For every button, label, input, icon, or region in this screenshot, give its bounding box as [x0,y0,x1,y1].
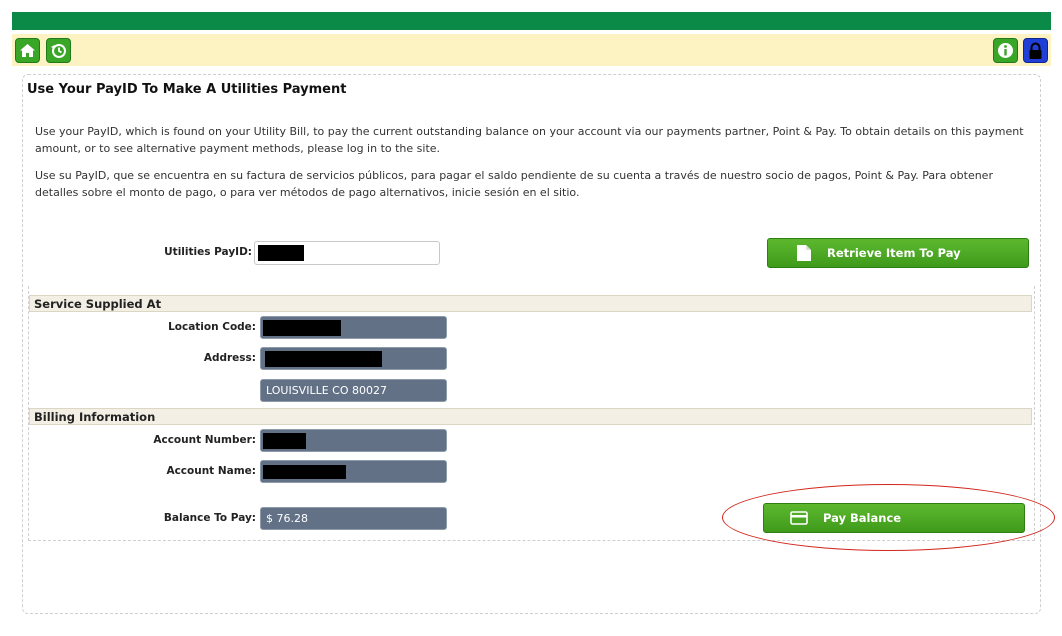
history-button[interactable] [46,38,71,63]
payid-label: Utilities PayID: [164,246,252,258]
retrieve-item-label: Retrieve Item To Pay [827,246,961,260]
home-button[interactable] [15,38,40,63]
pay-balance-label: Pay Balance [823,511,902,525]
location-code-label: Location Code: [168,321,256,333]
redacted-account-number [263,433,306,449]
toolbar [12,34,1051,66]
redacted-payid [258,245,304,261]
pay-balance-button[interactable]: Pay Balance [763,503,1025,533]
page-title: Use Your PayID To Make A Utilities Payme… [27,82,347,97]
account-number-field [260,429,447,452]
intro-spanish: Use su PayID, que se encuentra en su fac… [35,169,993,199]
location-code-field [260,316,447,339]
redacted-account-name [263,465,346,479]
city-state-zip-field: LOUISVILLE CO 80027 [260,379,447,402]
info-icon [998,43,1013,58]
balance-label: Balance To Pay: [163,512,256,524]
credit-card-icon [790,511,808,525]
payid-input[interactable] [254,241,440,265]
lock-button[interactable] [1023,38,1048,63]
balance-field: $ 76.28 [260,507,447,530]
document-icon [797,245,811,261]
account-name-field [260,460,447,483]
top-brand-bar [12,12,1051,30]
history-icon [51,44,66,58]
retrieve-item-button[interactable]: Retrieve Item To Pay [767,238,1029,268]
account-name-label: Account Name: [166,465,256,477]
info-button[interactable] [993,38,1018,63]
address-field [260,347,447,370]
billing-header: Billing Information [29,408,1032,425]
lock-icon [1029,42,1042,59]
redacted-location-code [263,320,341,336]
redacted-address [265,351,382,367]
service-header: Service Supplied At [29,295,1032,312]
intro-english: Use your PayID, which is found on your U… [35,125,1024,155]
home-icon [20,44,35,57]
address-label: Address: [203,352,256,364]
account-number-label: Account Number: [153,434,256,446]
